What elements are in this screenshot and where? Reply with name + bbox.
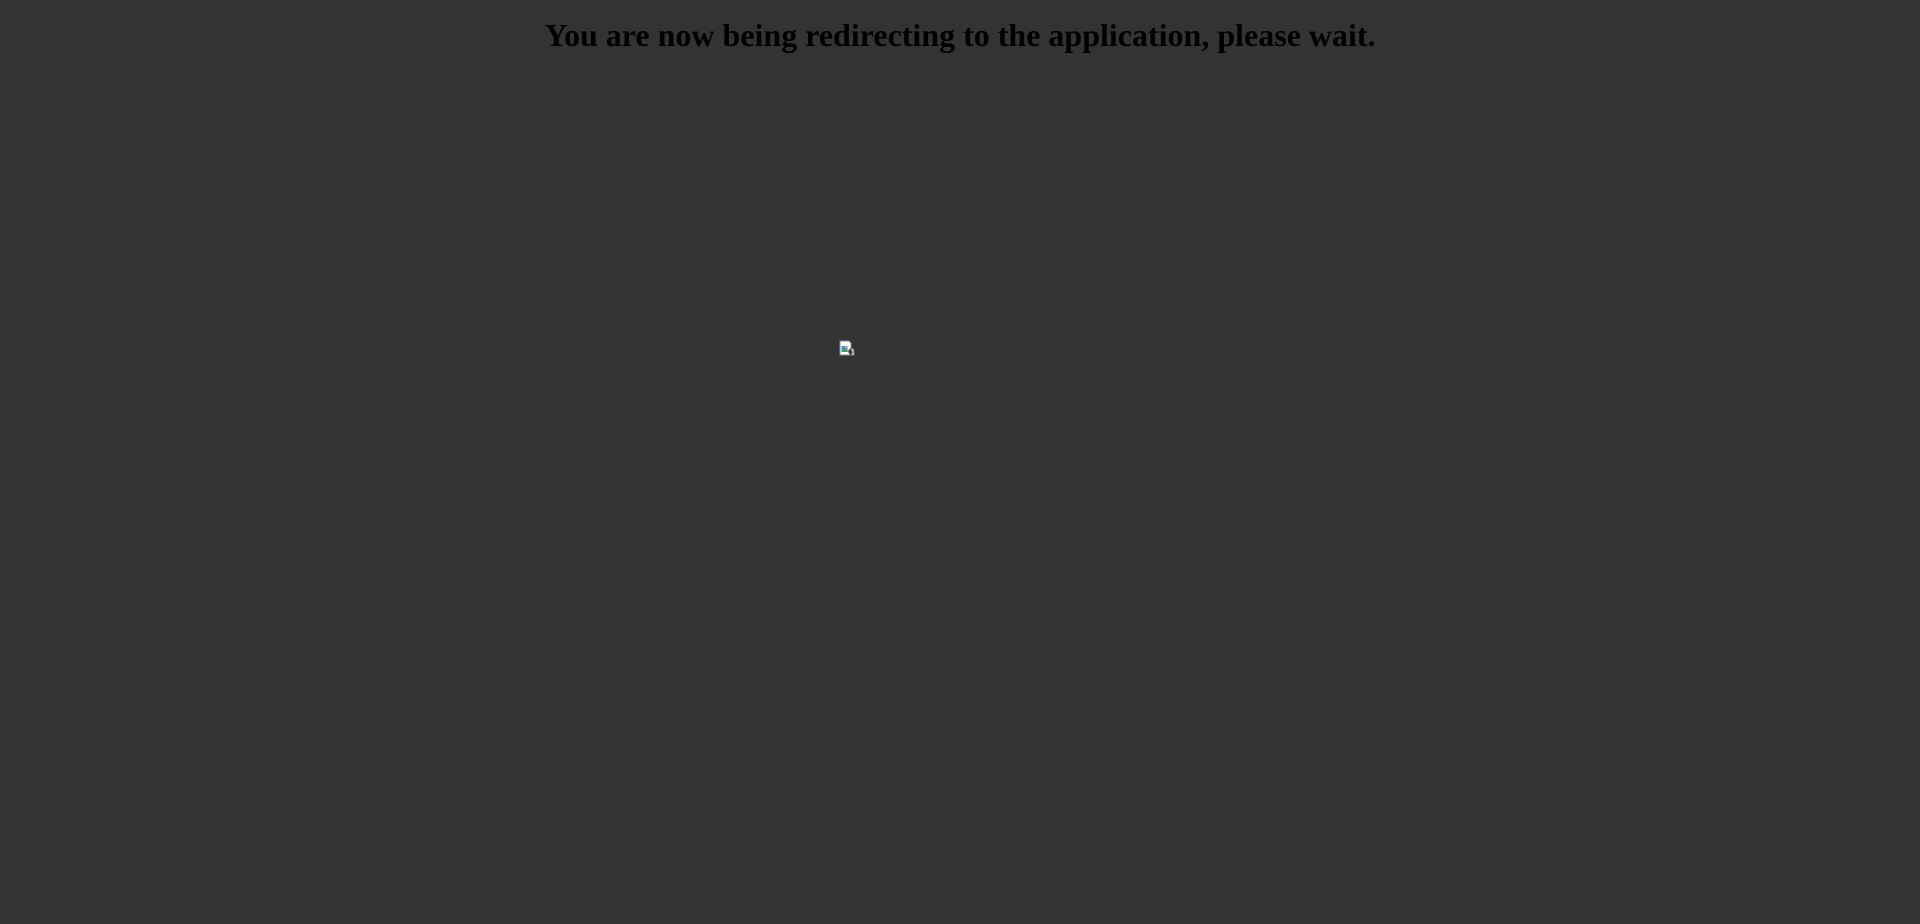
redirect-page: You are now being redirecting to the app… [0, 0, 1920, 924]
broken-image-icon [839, 340, 855, 356]
redirect-message-heading: You are now being redirecting to the app… [544, 17, 1376, 53]
